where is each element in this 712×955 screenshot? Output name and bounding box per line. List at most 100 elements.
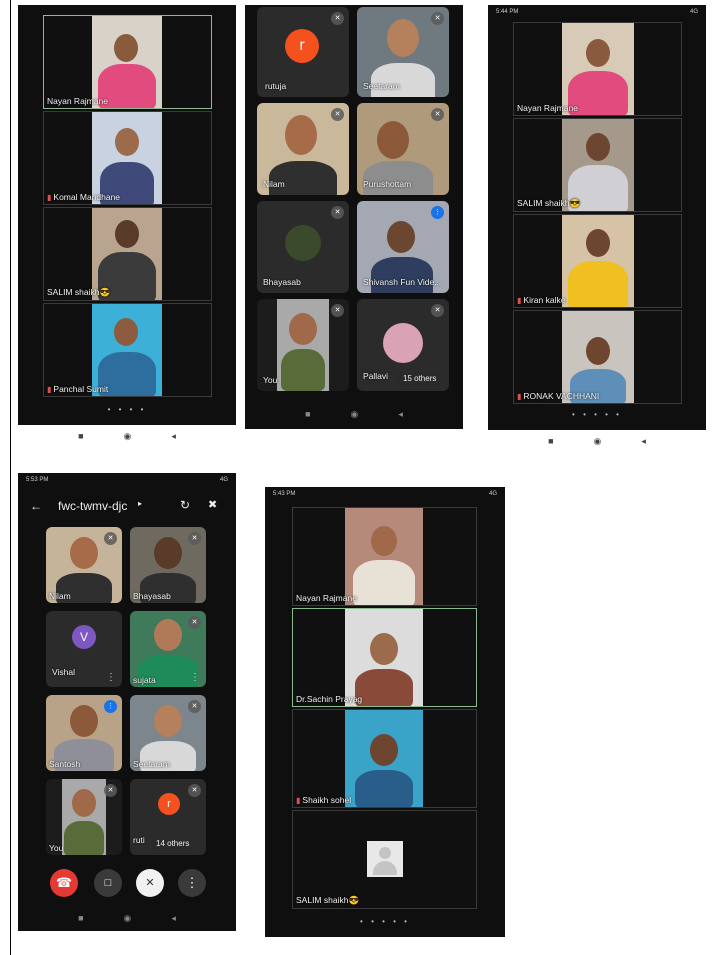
mic-off-icon: ✕	[331, 12, 344, 25]
recents-icon[interactable]: ■	[305, 409, 310, 423]
others-tile[interactable]: r ✕ ruti 14 others	[130, 779, 206, 855]
video-tile[interactable]: ✕ Bhayasab	[257, 201, 349, 293]
mic-off-icon: ✕	[431, 304, 444, 317]
participant-name: sujata	[133, 675, 156, 685]
participant-name: You	[49, 843, 64, 853]
video-tile[interactable]: V Vishal ⋮	[46, 611, 122, 687]
video-tile[interactable]: ⋮ Santosh	[46, 695, 122, 771]
participant-name-label: Shaikh sohel	[302, 795, 352, 805]
others-count: 14 others	[152, 838, 194, 849]
meeting-code[interactable]: fwc-twmv-djc	[58, 499, 127, 513]
speaking-indicator-icon: ⋮	[431, 206, 444, 219]
home-icon[interactable]: ◉	[124, 913, 132, 927]
video-tile-self[interactable]: ✕ You	[46, 779, 122, 855]
participant-name-label: Kiran kalke	[523, 295, 566, 305]
status-time: 5:44 PM	[496, 9, 519, 15]
home-icon[interactable]: ◉	[594, 436, 602, 450]
android-nav-bar: ■ ◉ ◂	[488, 436, 706, 450]
participant-name: ruti	[133, 835, 145, 845]
home-icon[interactable]: ◉	[351, 409, 359, 423]
back-icon[interactable]: ◂	[171, 431, 176, 445]
participant-name: Nilam	[263, 179, 285, 189]
video-tile[interactable]: ✕ Nilam	[46, 527, 122, 603]
participant-name: Seetaram	[363, 81, 400, 91]
participant-name: Santosh	[49, 759, 81, 769]
participant-name: SALIM shaikh😎	[296, 895, 360, 905]
mic-off-icon: ✕	[331, 304, 344, 317]
participant-name: Nilam	[49, 591, 71, 601]
page-indicator: • • • • •	[572, 410, 622, 419]
mic-off-icon: ✕	[188, 616, 201, 629]
mic-off-icon: ▮	[47, 385, 52, 394]
participant-name: Vishal	[52, 667, 75, 677]
participant-name: Bhayasab	[133, 591, 171, 601]
video-tile[interactable]: Nayan Rajmane	[513, 22, 682, 116]
back-icon[interactable]: ◂	[641, 436, 646, 450]
end-call-button[interactable]: ☎	[50, 869, 78, 897]
mic-off-icon: ✕	[104, 532, 117, 545]
participant-name: You	[263, 375, 278, 385]
home-icon[interactable]: ◉	[124, 431, 132, 445]
back-icon[interactable]: ◂	[171, 913, 176, 927]
page-left-border	[10, 0, 11, 955]
video-tile[interactable]: ✕ Purushottam	[357, 103, 449, 195]
status-time: 5:53 PM	[26, 477, 49, 483]
back-arrow-icon[interactable]: ←	[30, 499, 42, 513]
video-tile[interactable]: ⋮ Shivansh Fun Vide...	[357, 201, 449, 293]
participant-name: Pallavi	[363, 371, 389, 381]
mic-off-icon: ▮	[296, 796, 301, 805]
video-tile-self[interactable]: ✕ You	[257, 299, 349, 391]
status-signal: 4G	[689, 9, 698, 15]
video-tile[interactable]: ▮ Panchal Sumit	[43, 303, 212, 397]
video-tile[interactable]: ✕ Seetaram	[357, 7, 449, 97]
mic-off-icon: ✕	[431, 12, 444, 25]
video-tile[interactable]: SALIM shaikh😎	[43, 207, 212, 301]
more-options-button[interactable]: ⋮	[178, 869, 206, 897]
mic-off-icon: ✕	[331, 108, 344, 121]
video-tile[interactable]: ✕ Bhayasab	[130, 527, 206, 603]
camera-toggle-button[interactable]: □	[94, 869, 122, 897]
participant-name: ▮ Komal Mandhane	[47, 192, 120, 202]
video-tile[interactable]: Dr.Sachin Prayag	[292, 608, 477, 707]
video-tile[interactable]: Nayan Rajmane	[292, 507, 477, 606]
video-tile[interactable]: ✕ Seetaram ⋮	[130, 695, 206, 771]
participant-name: ▮ Panchal Sumit	[47, 384, 108, 394]
phone-screenshot-4: 5:53 PM 4G ← fwc-twmv-djc ▸ ↻ ✖ ✕ Nilam …	[18, 473, 236, 931]
status-signal: 4G	[219, 477, 228, 483]
video-tile[interactable]: SALIM shaikh😎	[513, 118, 682, 212]
mic-off-icon: ✕	[431, 108, 444, 121]
phone-screenshot-5: 5:43 PM 4G Nayan Rajmane Dr.Sachin Praya…	[265, 487, 505, 937]
video-tile[interactable]: ✕ sujata ⋮	[130, 611, 206, 687]
more-options-icon[interactable]: ⋮	[190, 756, 200, 767]
video-tile[interactable]: ▮ Shaikh sohel	[292, 709, 477, 808]
video-tile[interactable]: ✕ Nilam	[257, 103, 349, 195]
video-tile[interactable]: SALIM shaikh😎	[292, 810, 477, 909]
video-tile[interactable]: ▮ RONAK VACHHANI	[513, 310, 682, 404]
participant-name: SALIM shaikh😎	[517, 198, 581, 208]
recents-icon[interactable]: ■	[548, 436, 553, 450]
mic-off-icon: ✕	[188, 784, 201, 797]
more-options-icon[interactable]: ⋮	[190, 672, 200, 683]
participant-name: rutuja	[265, 81, 287, 91]
video-tile[interactable]: r ✕ rutuja	[257, 7, 349, 97]
mic-toggle-button[interactable]: ✕	[136, 869, 164, 897]
bluetooth-icon[interactable]: ✖	[208, 498, 217, 511]
video-tile[interactable]: ▮ Komal Mandhane	[43, 111, 212, 205]
recents-icon[interactable]: ■	[78, 431, 83, 445]
more-options-icon[interactable]: ⋮	[106, 672, 116, 683]
recents-icon[interactable]: ■	[78, 913, 83, 927]
video-tile[interactable]: ▮ Kiran kalke	[513, 214, 682, 308]
switch-camera-icon[interactable]: ↻	[180, 498, 190, 512]
others-tile[interactable]: ✕ Pallavi 15 others	[357, 299, 449, 391]
participant-name: ▮ Kiran kalke	[517, 295, 565, 305]
page-indicator: • • • •	[107, 405, 147, 414]
back-icon[interactable]: ◂	[398, 409, 403, 423]
participant-name-label: RONAK VACHHANI	[523, 391, 600, 401]
status-bar: 5:43 PM 4G	[265, 487, 505, 501]
participant-name-label: Panchal Sumit	[53, 384, 109, 394]
mic-off-icon: ▮	[517, 296, 522, 305]
participant-avatar: r	[158, 793, 180, 815]
speaking-indicator-icon: ⋮	[104, 700, 117, 713]
participant-name: Nayan Rajmane	[517, 103, 578, 113]
video-tile[interactable]: Nayan Rajmane	[43, 15, 212, 109]
